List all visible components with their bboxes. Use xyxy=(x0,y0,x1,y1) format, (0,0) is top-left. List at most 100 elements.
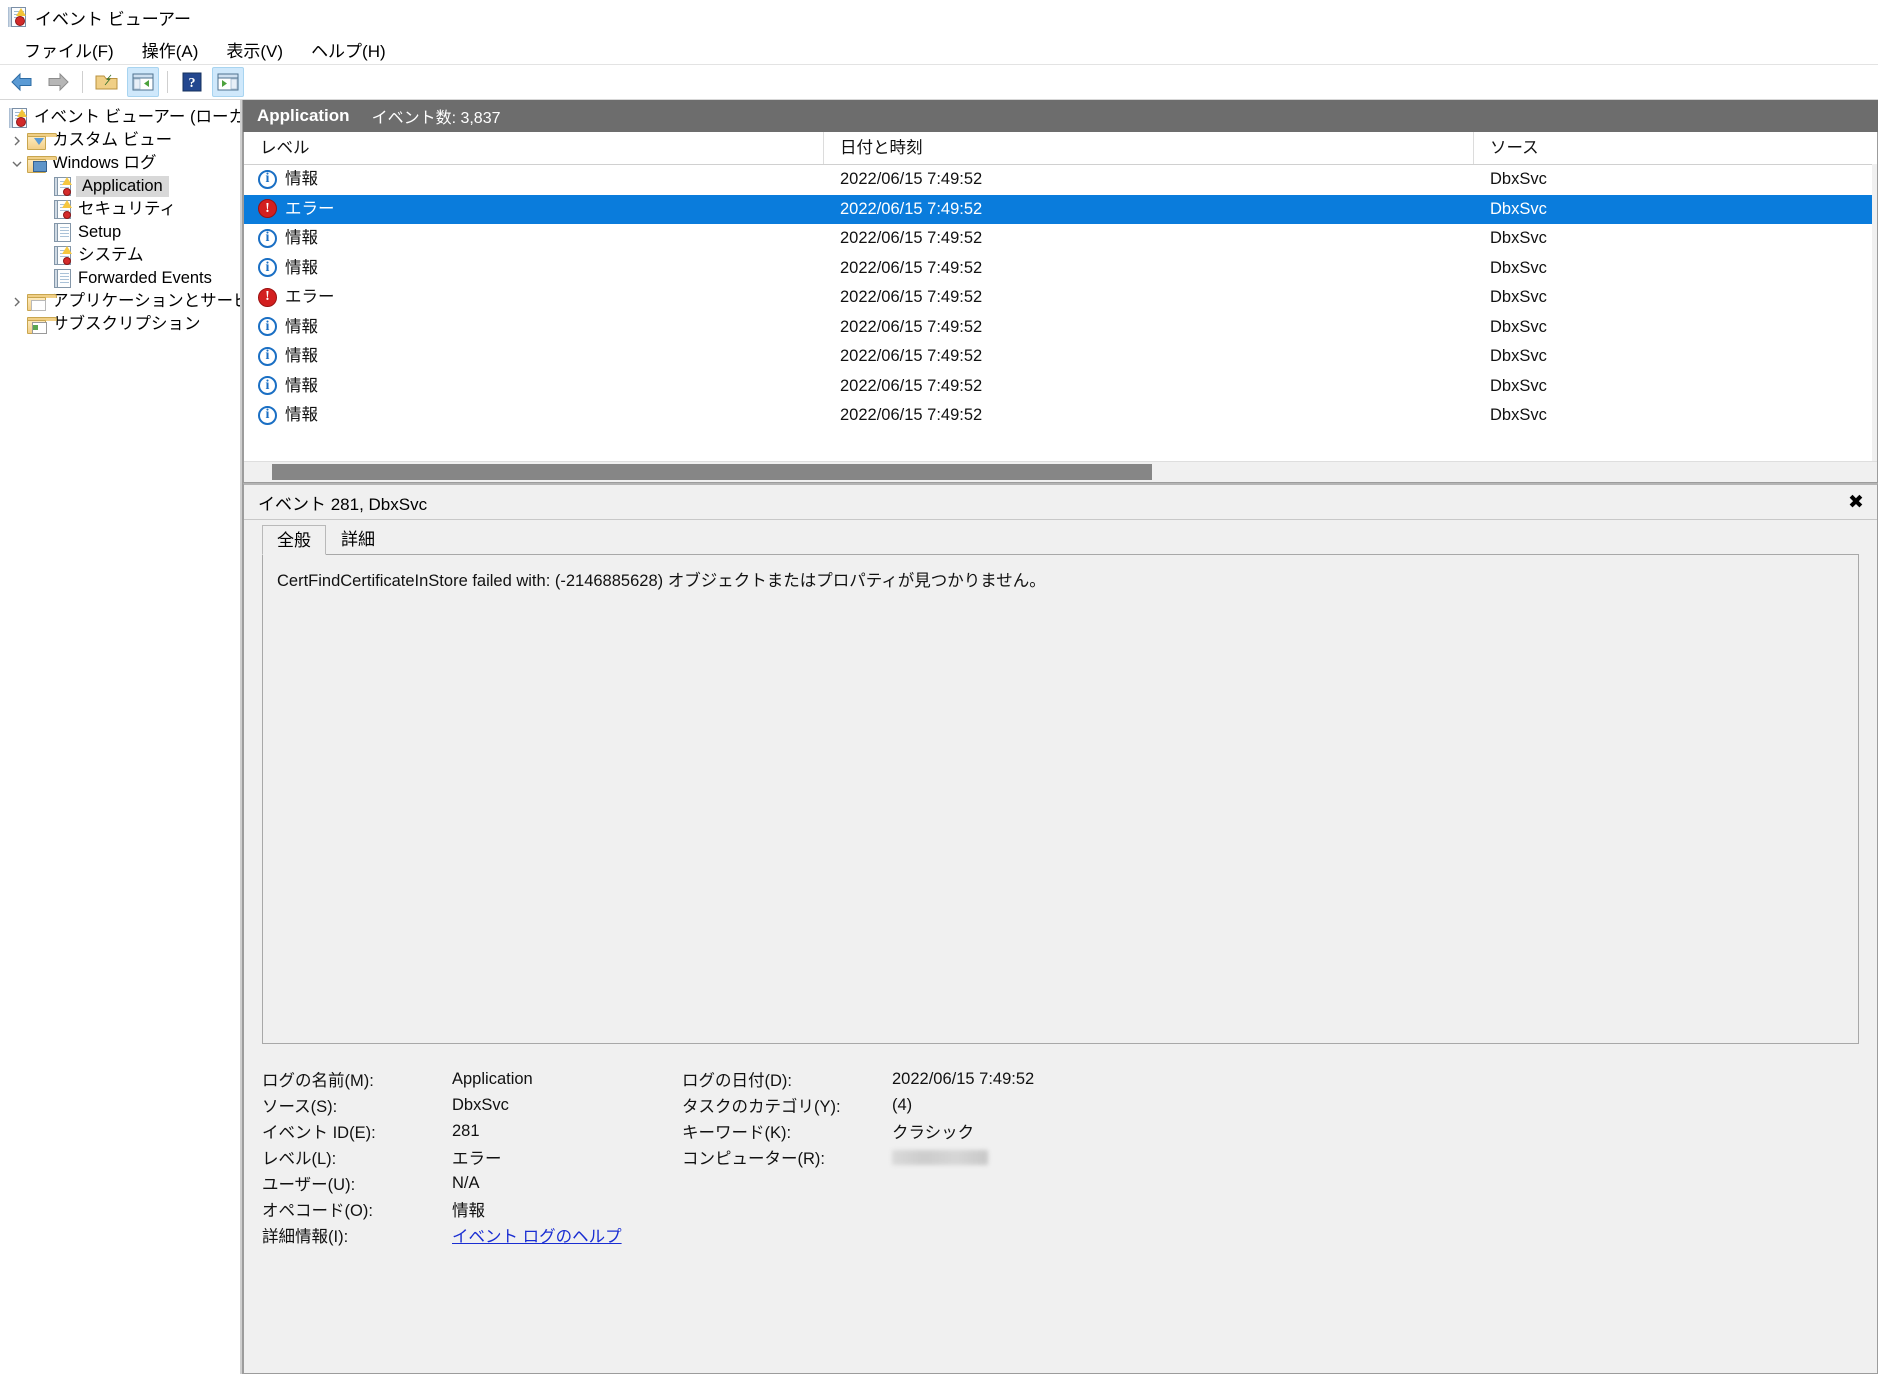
subscriptions-folder-icon xyxy=(26,317,46,333)
cell-datetime: 2022/06/15 7:49:52 xyxy=(824,342,1474,372)
tree-item-label: Setup xyxy=(78,224,121,241)
close-icon[interactable]: ✖ xyxy=(1843,489,1869,515)
information-icon: i xyxy=(258,258,278,278)
tree-item-label: Forwarded Events xyxy=(78,270,212,287)
title-bar: イベント ビューアー xyxy=(0,0,1878,34)
show-hide-action-pane-icon[interactable] xyxy=(212,67,244,97)
tree-item-label: Application xyxy=(76,176,169,198)
table-row[interactable]: ! エラー 2022/06/15 7:49:52 DbxSvc xyxy=(244,195,1877,225)
event-log-help-link[interactable]: イベント ログのヘルプ xyxy=(452,1223,622,1247)
metadata-row-more-info: 詳細情報(I): イベント ログのヘルプ xyxy=(262,1222,682,1248)
tree-item-applications-and-services-logs[interactable]: アプリケーションとサービス ログ xyxy=(0,290,240,313)
metadata-value: 281 xyxy=(452,1122,480,1141)
log-warn-error-icon xyxy=(52,177,72,196)
scrollbar-thumb[interactable] xyxy=(272,464,1152,480)
event-list-rows: i 情報 2022/06/15 7:49:52 DbxSvc ! エラー 202… xyxy=(244,165,1877,461)
cell-level: i 情報 xyxy=(244,224,824,254)
cell-datetime: 2022/06/15 7:49:52 xyxy=(824,195,1474,225)
metadata-label: キーワード(K): xyxy=(682,1119,892,1143)
table-row[interactable]: i 情報 2022/06/15 7:49:52 DbxSvc xyxy=(244,313,1877,343)
table-row[interactable]: i 情報 2022/06/15 7:49:52 DbxSvc xyxy=(244,372,1877,402)
help-icon[interactable]: ? xyxy=(176,67,208,97)
event-list-header: レベル 日付と時刻 ソース xyxy=(244,132,1877,165)
event-detail-pane: イベント 281, DbxSvc ✖ 全般 詳細 CertFindCertifi… xyxy=(243,483,1878,1374)
toolbar: ? xyxy=(0,65,1878,100)
metadata-label: ソース(S): xyxy=(262,1093,452,1117)
menu-action[interactable]: 操作(A) xyxy=(128,34,213,65)
column-header-datetime[interactable]: 日付と時刻 xyxy=(824,132,1474,164)
metadata-label: ログの名前(M): xyxy=(262,1067,452,1091)
metadata-value: N/A xyxy=(452,1174,480,1193)
event-list-horizontal-scrollbar[interactable] xyxy=(244,461,1877,482)
computer-name-redacted xyxy=(892,1150,988,1165)
column-header-source[interactable]: ソース xyxy=(1474,132,1877,164)
cell-source: DbxSvc xyxy=(1474,342,1877,372)
cell-source: DbxSvc xyxy=(1474,195,1877,225)
tree-item-setup[interactable]: Setup xyxy=(0,221,240,244)
cell-source: DbxSvc xyxy=(1474,254,1877,284)
chevron-right-icon[interactable] xyxy=(8,296,26,308)
cell-level: i 情報 xyxy=(244,401,824,431)
tree-item-event-viewer-local[interactable]: イベント ビューアー (ローカル) xyxy=(0,106,240,129)
cell-source: DbxSvc xyxy=(1474,224,1877,254)
menu-help[interactable]: ヘルプ(H) xyxy=(297,34,400,65)
metadata-label: レベル(L): xyxy=(262,1145,452,1169)
metadata-row-keywords: キーワード(K): クラシック xyxy=(682,1118,1859,1144)
forward-arrow-icon[interactable] xyxy=(42,67,74,97)
event-message-box[interactable]: CertFindCertificateInStore failed with: … xyxy=(262,554,1859,1044)
menu-bar: ファイル(F) 操作(A) 表示(V) ヘルプ(H) xyxy=(0,34,1878,65)
tree-item-label: イベント ビューアー (ローカル) xyxy=(34,109,242,126)
information-icon: i xyxy=(258,229,278,249)
tree-item-forwarded-events[interactable]: Forwarded Events xyxy=(0,267,240,290)
show-hide-console-tree-icon[interactable] xyxy=(127,67,159,97)
tree-item-label: セキュリティ xyxy=(78,201,176,218)
cell-datetime: 2022/06/15 7:49:52 xyxy=(824,254,1474,284)
tree-item-security[interactable]: セキュリティ xyxy=(0,198,240,221)
metadata-row-log-name: ログの名前(M): Application xyxy=(262,1066,682,1092)
level-text: 情報 xyxy=(285,401,318,431)
cell-datetime: 2022/06/15 7:49:52 xyxy=(824,165,1474,195)
tree-item-application[interactable]: Application xyxy=(0,175,240,198)
event-detail-header: イベント 281, DbxSvc ✖ xyxy=(244,485,1877,520)
column-header-level[interactable]: レベル xyxy=(244,132,824,164)
cell-level: i 情報 xyxy=(244,313,824,343)
table-row[interactable]: i 情報 2022/06/15 7:49:52 DbxSvc xyxy=(244,254,1877,284)
level-text: 情報 xyxy=(285,372,318,402)
back-arrow-icon[interactable] xyxy=(6,67,38,97)
table-row[interactable]: i 情報 2022/06/15 7:49:52 DbxSvc xyxy=(244,342,1877,372)
tab-details[interactable]: 詳細 xyxy=(326,524,390,554)
event-list-vertical-scrollbar[interactable] xyxy=(1872,164,1877,462)
menu-view[interactable]: 表示(V) xyxy=(212,34,297,65)
tab-general[interactable]: 全般 xyxy=(262,525,326,555)
level-text: エラー xyxy=(285,283,335,313)
tree-item-windows-logs[interactable]: Windows ログ xyxy=(0,152,240,175)
menu-file[interactable]: ファイル(F) xyxy=(10,34,128,65)
log-name-label: Application xyxy=(257,106,350,126)
metadata-label: コンピューター(R): xyxy=(682,1145,892,1169)
cell-level: i 情報 xyxy=(244,342,824,372)
cell-level: i 情報 xyxy=(244,165,824,195)
information-icon: i xyxy=(258,376,278,396)
open-saved-log-icon[interactable] xyxy=(91,67,123,97)
metadata-value: クラシック xyxy=(892,1119,974,1143)
tree-item-subscriptions[interactable]: サブスクリプション xyxy=(0,313,240,336)
event-list[interactable]: レベル 日付と時刻 ソース i 情報 2022/06/15 7:49:52 Db… xyxy=(243,132,1878,483)
cell-datetime: 2022/06/15 7:49:52 xyxy=(824,224,1474,254)
chevron-right-icon[interactable] xyxy=(8,135,26,147)
event-log-icon xyxy=(8,108,28,128)
cell-level: ! エラー xyxy=(244,283,824,313)
chevron-down-icon[interactable] xyxy=(8,159,26,169)
metadata-row-level: レベル(L): エラー xyxy=(262,1144,682,1170)
tree-item-system[interactable]: システム xyxy=(0,244,240,267)
metadata-row-source: ソース(S): DbxSvc xyxy=(262,1092,682,1118)
metadata-label: 詳細情報(I): xyxy=(262,1223,452,1247)
table-row[interactable]: i 情報 2022/06/15 7:49:52 DbxSvc xyxy=(244,165,1877,195)
metadata-row-event-id: イベント ID(E): 281 xyxy=(262,1118,682,1144)
metadata-label: タスクのカテゴリ(Y): xyxy=(682,1093,892,1117)
tree-item-custom-views[interactable]: カスタム ビュー xyxy=(0,129,240,152)
table-row[interactable]: i 情報 2022/06/15 7:49:52 DbxSvc xyxy=(244,401,1877,431)
metadata-value: エラー xyxy=(452,1145,502,1169)
table-row[interactable]: i 情報 2022/06/15 7:49:52 DbxSvc xyxy=(244,224,1877,254)
metadata-label: ログの日付(D): xyxy=(682,1067,892,1091)
table-row[interactable]: ! エラー 2022/06/15 7:49:52 DbxSvc xyxy=(244,283,1877,313)
